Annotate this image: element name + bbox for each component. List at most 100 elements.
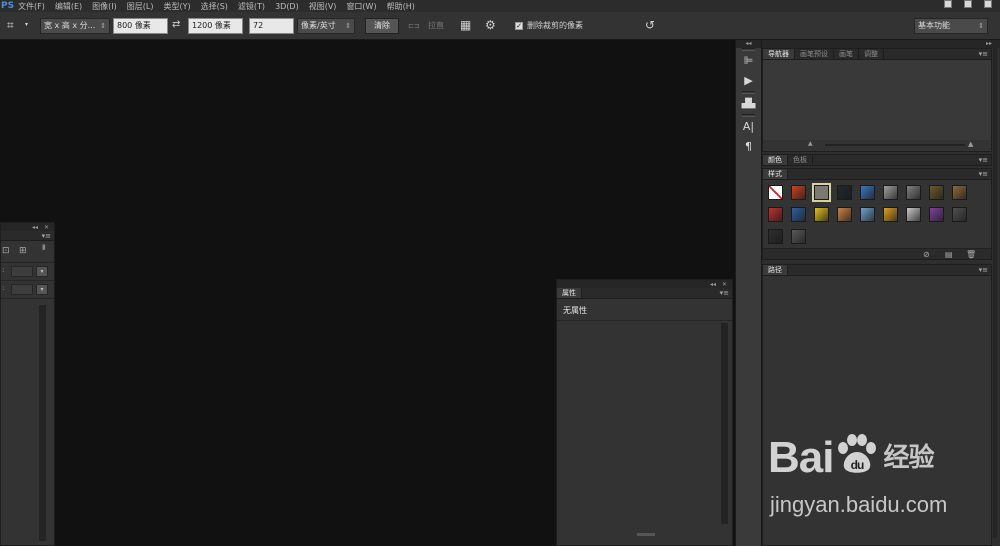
left-value-field[interactable] [11, 266, 33, 277]
style-swatch[interactable] [860, 185, 875, 200]
minimize-button[interactable] [944, 0, 952, 8]
panel-close-icon[interactable]: ✕ [44, 224, 49, 231]
menu-type[interactable]: 类型(Y) [163, 1, 190, 12]
zoom-slider[interactable]: ▲ ▲ [763, 140, 991, 150]
menu-layer[interactable]: 图层(L) [127, 1, 154, 12]
style-swatch[interactable] [860, 207, 875, 222]
new-style-icon[interactable]: ▤ [945, 249, 953, 260]
panel-menu-icon[interactable]: ▾≡ [979, 266, 988, 274]
style-swatch[interactable] [952, 185, 967, 200]
style-swatch[interactable] [952, 207, 967, 222]
workspace-dropdown[interactable]: 基本功能 ⇕ [914, 18, 988, 34]
tab-properties[interactable]: 属性 [557, 288, 582, 298]
character-icon[interactable]: A| [736, 117, 761, 137]
menu-view[interactable]: 视图(V) [309, 1, 337, 12]
zoom-out-icon[interactable]: ▲ [808, 140, 813, 147]
chevron-down-icon[interactable]: ▾ [36, 284, 48, 295]
crop-icon[interactable]: ⌗ [7, 17, 14, 33]
maximize-button[interactable] [964, 0, 972, 8]
history-icon[interactable]: ⊫ [736, 51, 761, 71]
style-swatch[interactable] [837, 207, 852, 222]
collapse-icon[interactable]: ◂◂ [710, 281, 716, 288]
color-panel: 颜色 色板 ▾≡ [762, 154, 992, 166]
menu-file[interactable]: 文件(F) [18, 1, 45, 12]
resolution-unit-dropdown[interactable]: 像素/英寸 ⇕ [297, 18, 355, 34]
clear-button[interactable]: 清除 [365, 18, 399, 34]
height-input[interactable]: 1200 像素 [188, 18, 243, 34]
swap-icon[interactable]: ⇄ [172, 17, 180, 33]
style-swatch[interactable] [883, 185, 898, 200]
style-swatch[interactable] [791, 207, 806, 222]
panel-menu-icon[interactable]: ▾≡ [979, 50, 988, 58]
properties-body: 无属性 [557, 299, 732, 536]
tab-styles[interactable]: 样式 [763, 169, 788, 179]
styles-panel: 样式 ▾≡ ⊘ ▤ 🗑 [762, 168, 992, 260]
collapse-icon[interactable]: ◂◂ [736, 40, 761, 48]
panel-menu-icon[interactable]: ▾≡ [979, 156, 988, 164]
resolution-input[interactable]: 72 [249, 18, 294, 34]
panel-menu-icon[interactable]: ▾≡ [42, 232, 51, 240]
menu-edit[interactable]: 编辑(E) [55, 1, 82, 12]
reset-icon[interactable]: ↺ [645, 17, 655, 33]
close-button[interactable] [984, 0, 992, 8]
tab-brush[interactable]: 画笔 [834, 49, 859, 59]
left-panel-scrollbar[interactable] [39, 305, 46, 541]
trash-icon[interactable]: 🗑 [966, 249, 976, 260]
ratio-preset-dropdown[interactable]: 宽 x 高 x 分... ⇕ [40, 18, 110, 34]
style-swatch[interactable] [814, 207, 829, 222]
tab-brush-presets[interactable]: 画笔预设 [795, 49, 834, 59]
tab-adjustments[interactable]: 调整 [859, 49, 884, 59]
style-swatch[interactable] [837, 185, 852, 200]
grid-overlay-icon[interactable]: ▦ [460, 17, 471, 33]
menu-window[interactable]: 窗口(W) [346, 1, 376, 12]
left-value-field[interactable] [11, 284, 33, 295]
panel-menu-icon[interactable]: ▾≡ [979, 170, 988, 178]
menu-filter[interactable]: 滤镜(T) [238, 1, 265, 12]
menu-3d[interactable]: 3D(D) [275, 2, 299, 11]
panel-close-icon[interactable]: ✕ [722, 281, 727, 288]
histogram-icon[interactable]: ▟▙ [736, 94, 761, 114]
menu-image[interactable]: 图像(I) [92, 1, 117, 12]
straighten-icon[interactable]: ⊏⊐ [408, 18, 420, 34]
transform-icon[interactable]: ⊡ [2, 246, 10, 256]
menu-bar: PS 文件(F) 编辑(E) 图像(I) 图层(L) 类型(Y) 选择(S) 滤… [0, 0, 1000, 12]
left-panel-row: ⊡ ⊞ ▮ [1, 241, 54, 263]
tab-navigator[interactable]: 导航器 [763, 49, 795, 59]
style-swatch-none[interactable] [768, 185, 783, 200]
dock-scrollbar[interactable] [993, 48, 997, 538]
gear-icon[interactable]: ⚙ [485, 17, 496, 33]
style-swatch[interactable] [883, 207, 898, 222]
link-icon[interactable]: ⊞ [19, 246, 27, 256]
paragraph-icon[interactable]: ¶ [736, 137, 761, 157]
tab-swatches[interactable]: 色板 [788, 155, 813, 165]
tab-paths[interactable]: 路径 [763, 265, 788, 275]
tool-preset-caret[interactable]: ▾ [25, 17, 28, 33]
properties-tabrow: 属性 ▾≡ [557, 288, 732, 299]
style-swatch-grid [763, 180, 991, 248]
expand-icon[interactable]: ▸▸ [986, 40, 992, 47]
style-swatch[interactable] [812, 183, 831, 202]
tab-color[interactable]: 颜色 [763, 155, 788, 165]
delete-cropped-checkbox[interactable]: ✓ [515, 22, 523, 30]
panel-menu-icon[interactable]: ▾≡ [720, 289, 729, 297]
actions-play-icon[interactable]: ▶ [736, 71, 761, 91]
width-input[interactable]: 800 像素 [113, 18, 168, 34]
watermark-brand-left: Bai [768, 433, 834, 482]
collapse-icon[interactable]: ◂◂ [32, 224, 38, 231]
style-swatch[interactable] [791, 229, 806, 244]
zoom-track[interactable] [825, 144, 965, 146]
style-swatch[interactable] [768, 207, 783, 222]
zoom-in-icon[interactable]: ▲ [968, 140, 973, 148]
menu-help[interactable]: 帮助(H) [387, 1, 415, 12]
style-swatch[interactable] [929, 185, 944, 200]
chevron-down-icon[interactable]: ▾ [36, 266, 48, 277]
properties-scrollbar[interactable] [721, 323, 728, 524]
style-swatch[interactable] [906, 185, 921, 200]
resize-grip-icon[interactable] [637, 533, 655, 536]
style-swatch[interactable] [791, 185, 806, 200]
style-swatch[interactable] [906, 207, 921, 222]
style-swatch[interactable] [929, 207, 944, 222]
style-swatch[interactable] [768, 229, 783, 244]
clear-style-icon[interactable]: ⊘ [923, 249, 930, 260]
menu-select[interactable]: 选择(S) [201, 1, 228, 12]
